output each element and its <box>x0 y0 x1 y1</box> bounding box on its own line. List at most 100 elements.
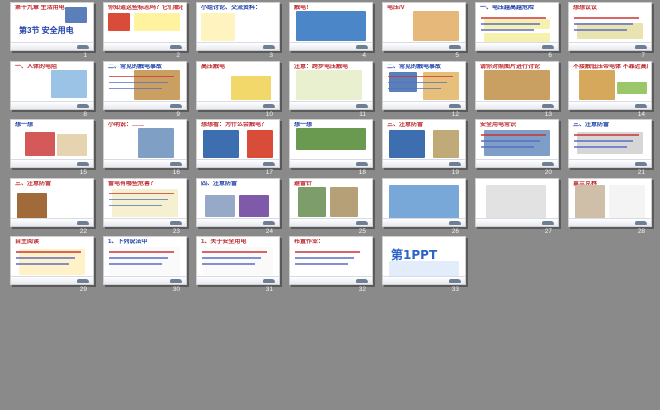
slide-thumbnail[interactable]: 请你对照图片进行讨论 <box>475 60 559 110</box>
car-logo-icon <box>77 279 89 283</box>
slide-thumbnail[interactable]: 二、常见的触电事故 <box>382 60 466 110</box>
slide-thumbnail-cell[interactable]: 1、下列说法中 30 <box>97 234 190 293</box>
slide-footer <box>476 217 558 226</box>
slide-thumbnail-cell[interactable]: 想想议议 7 <box>562 0 655 59</box>
slide-thumbnail[interactable]: 三、注意防雷 <box>10 177 94 227</box>
slide-thumbnail[interactable]: 想想看：为什么会触电？ <box>196 119 280 168</box>
slide-footer <box>197 100 279 109</box>
slide-thumbnail-cell[interactable]: 小明说：…… 16 <box>97 117 190 176</box>
slide-thumbnail[interactable]: 雷电有哪些危害？ <box>103 177 187 227</box>
car-logo-icon <box>542 162 554 166</box>
slide-image <box>617 81 647 94</box>
slide-thumbnail[interactable]: 1、下列说法中 <box>103 236 187 285</box>
slide-thumbnail[interactable]: 注意：跨步电压触电 <box>289 60 373 110</box>
slide-thumbnail-cell[interactable]: 一、电压越高越危险 6 <box>469 0 562 59</box>
slide-thumbnail[interactable]: 三、注意防雷 <box>568 119 652 168</box>
slide-thumbnail[interactable]: 四、注意防雷 <box>196 177 280 227</box>
slide-text-line <box>481 23 540 25</box>
slide-thumbnail-cell[interactable]: 想一想 18 <box>283 117 376 176</box>
slide-thumbnail[interactable]: 想一想 <box>10 119 94 168</box>
slide-title: 三、注意防雷 <box>387 122 424 128</box>
slide-text-line <box>109 251 174 253</box>
slide-thumbnail[interactable]: 自主阅读 <box>10 236 94 285</box>
slide-thumbnail-cell[interactable]: 第十九章 生活用电 第3节 安全用电 1 <box>4 0 97 59</box>
slide-thumbnail-cell[interactable]: 自主阅读 29 <box>4 234 97 293</box>
slide-thumbnail[interactable]: 布置作业： <box>289 236 373 285</box>
car-logo-icon <box>449 220 461 225</box>
slide-thumbnail-cell[interactable]: 想想看：为什么会触电？ 17 <box>190 117 283 176</box>
slide-thumbnail-cell[interactable]: 27 <box>469 176 562 235</box>
slide-footer <box>383 100 465 109</box>
slide-thumbnail-cell[interactable]: 一、人体的电阻 8 <box>4 59 97 118</box>
slide-title: 布置作业： <box>294 239 325 245</box>
slide-image <box>205 194 235 217</box>
car-logo-icon <box>356 103 368 108</box>
slide-thumbnail-cell[interactable]: 布置作业： 32 <box>283 234 376 293</box>
slide-thumbnail-cell[interactable]: 你知道这些标志吗？它们都在提醒我们注意什么？2 <box>97 0 190 59</box>
slide-title: 三、注意防雷 <box>15 180 52 187</box>
slide-title: 想一想 <box>15 122 34 128</box>
slide-thumbnail[interactable]: 想想议议 <box>568 2 652 51</box>
slide-thumbnail-cell[interactable]: 注意：跨步电压触电 11 <box>283 59 376 118</box>
slide-thumbnail-cell[interactable]: 安全用电常识 20 <box>469 117 562 176</box>
slide-text-line <box>574 140 633 142</box>
slide-thumbnail-cell[interactable]: 26 <box>376 176 469 235</box>
slide-thumbnail-cell[interactable]: 小组讨论、交流资料： 3 <box>190 0 283 59</box>
car-logo-icon <box>170 220 182 225</box>
slide-thumbnail-cell[interactable]: 触电！ 4 <box>283 0 376 59</box>
slide-text-line <box>481 29 534 31</box>
slide-thumbnail[interactable]: 1、关于安全用电 <box>196 236 280 285</box>
slide-thumbnail-cell[interactable]: 避雷针 25 <box>283 176 376 235</box>
slide-thumbnail[interactable]: 一、电压越高越危险 <box>475 2 559 51</box>
slide-thumbnail-cell[interactable]: 二、常见的触电事故 12 <box>376 59 469 118</box>
slide-footer <box>569 217 651 226</box>
slide-image <box>577 23 643 39</box>
slide-title: 1、下列说法中 <box>108 239 148 245</box>
slide-thumbnail[interactable] <box>382 177 466 227</box>
slide-thumbnail[interactable]: 富兰克林 <box>568 177 652 227</box>
slide-thumbnail[interactable]: 不接触低压带电体 不靠近高压带电体 <box>568 60 652 110</box>
slide-thumbnail-cell[interactable]: 电压/V 5 <box>376 0 469 59</box>
slide-thumbnail-cell[interactable]: 三、注意防雷 22 <box>4 176 97 235</box>
slide-thumbnail-cell[interactable]: 四、注意防雷 24 <box>190 176 283 235</box>
slide-title: 二、常见的触电事故 <box>387 63 442 70</box>
slide-thumbnail-cell[interactable]: 不接触低压带电体 不靠近高压带电体14 <box>562 59 655 118</box>
slide-thumbnail[interactable]: 小明说：…… <box>103 119 187 168</box>
slide-thumbnail[interactable]: 三、注意防雷 <box>382 119 466 168</box>
slide-thumbnail[interactable]: 高压触电 <box>196 60 280 110</box>
slide-thumbnail[interactable]: 触电！ <box>289 2 373 51</box>
slide-thumbnail[interactable]: 安全用电常识 <box>475 119 559 168</box>
slide-text-line <box>574 23 633 25</box>
slide-thumbnail-cell[interactable]: 高压触电 10 <box>190 59 283 118</box>
slide-thumbnail[interactable]: 第1PPT第1PPT <box>382 236 466 285</box>
slide-footer <box>104 159 186 167</box>
slide-thumbnail-cell[interactable]: 富兰克林 28 <box>562 176 655 235</box>
slide-thumbnail[interactable]: 电压/V <box>382 2 466 51</box>
slide-thumbnail[interactable]: 二、常见的触电事故 <box>103 60 187 110</box>
slide-thumbnail-cell[interactable]: 三、注意防雷 21 <box>562 117 655 176</box>
slide-thumbnail[interactable]: 一、人体的电阻 <box>10 60 94 110</box>
car-logo-icon <box>77 45 89 49</box>
slide-thumbnail-cell[interactable]: 三、注意防雷 19 <box>376 117 469 176</box>
slide-thumbnail-cell[interactable]: 第1PPT第1PPT33 <box>376 234 469 293</box>
slide-thumbnail-cell[interactable]: 二、常见的触电事故 9 <box>97 59 190 118</box>
slide-thumbnail[interactable]: 想一想 <box>289 119 373 168</box>
slide-thumbnail-cell[interactable]: 请你对照图片进行讨论 13 <box>469 59 562 118</box>
slide-thumbnail[interactable]: 你知道这些标志吗？它们都在提醒我们注意什么？ <box>103 2 187 51</box>
slide-thumbnail-cell[interactable]: 想一想 15 <box>4 117 97 176</box>
slide-footer <box>476 100 558 109</box>
slide-thumbnail-cell[interactable]: 1、关于安全用电 31 <box>190 234 283 293</box>
car-logo-icon <box>542 45 554 49</box>
slide-thumbnail[interactable]: 避雷针 <box>289 177 373 227</box>
slide-footer <box>290 100 372 109</box>
slide-thumbnail[interactable] <box>475 177 559 227</box>
car-logo-icon <box>263 279 275 283</box>
slide-thumbnail-cell[interactable]: 雷电有哪些危害？ 23 <box>97 176 190 235</box>
slide-thumbnail[interactable]: 小组讨论、交流资料： <box>196 2 280 51</box>
slide-number: 28 <box>637 227 645 235</box>
car-logo-icon <box>356 162 368 166</box>
car-logo-icon <box>356 279 368 283</box>
slide-image <box>389 130 425 158</box>
slide-thumbnail[interactable]: 第十九章 生活用电 第3节 安全用电 <box>10 2 94 51</box>
slide-footer <box>290 42 372 50</box>
